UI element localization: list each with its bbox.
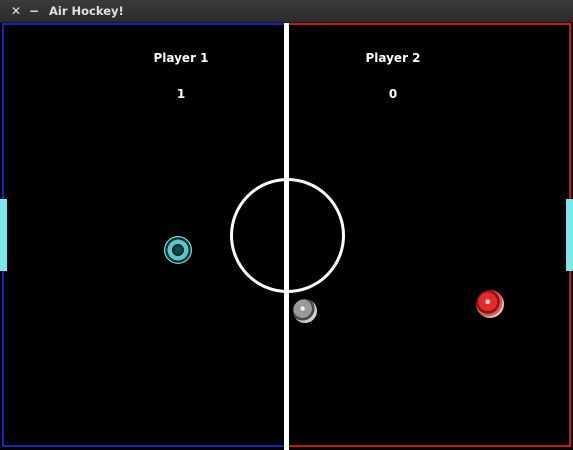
player2-score: 0 [388,87,398,101]
game-window: ✕ − Air Hockey! Player 1 Player 2 1 0 [0,0,573,450]
minimize-icon[interactable]: − [26,3,42,19]
title-bar: ✕ − Air Hockey! [0,0,573,23]
player2-goal [566,199,573,271]
window-title: Air Hockey! [49,4,124,18]
player1-score: 1 [176,87,186,101]
center-circle [230,178,345,293]
player1-goal [0,199,7,271]
puck [293,299,317,323]
hockey-rink[interactable]: Player 1 Player 2 1 0 [0,23,573,450]
player1-paddle[interactable] [164,236,192,264]
player2-name: Player 2 [365,51,421,65]
close-icon[interactable]: ✕ [8,3,24,19]
player2-paddle[interactable] [476,290,504,318]
player1-name: Player 1 [153,51,209,65]
